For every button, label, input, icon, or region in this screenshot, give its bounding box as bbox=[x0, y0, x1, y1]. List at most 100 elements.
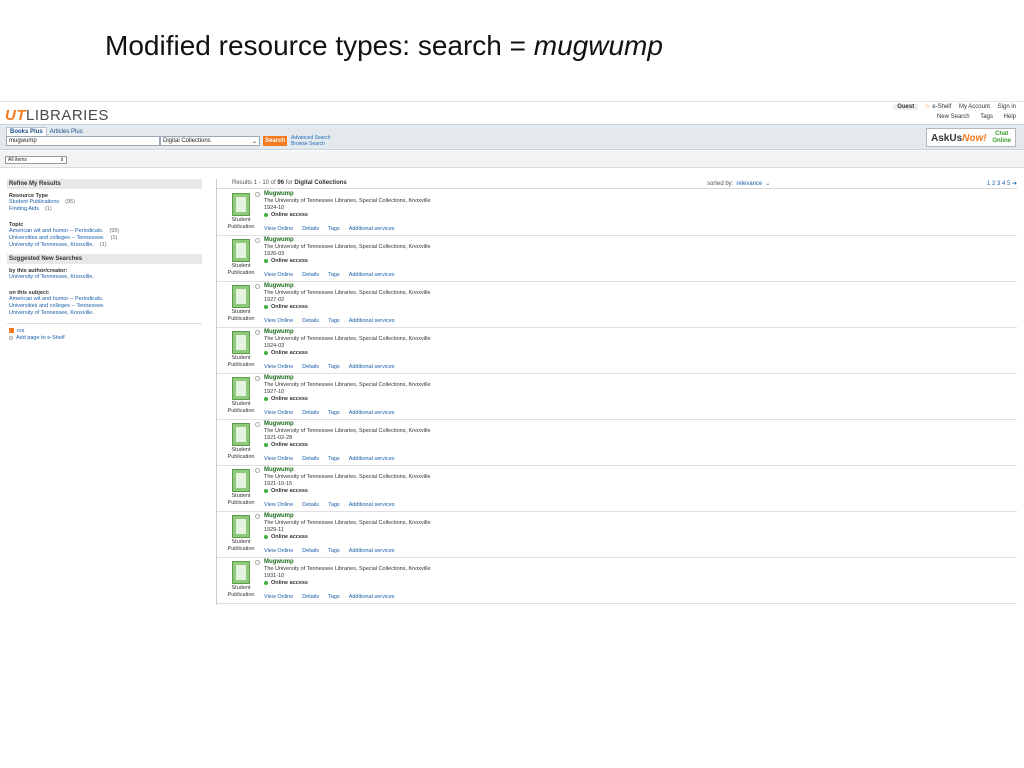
result-action-tags[interactable]: Tags bbox=[328, 594, 340, 600]
result-action-view-online[interactable]: View Online bbox=[264, 364, 293, 370]
facet-topic-wit-humor[interactable]: American wit and humor -- Periodicals. (9… bbox=[7, 228, 202, 235]
result-title[interactable]: Mugwump bbox=[264, 513, 294, 519]
select-result-checkbox[interactable] bbox=[255, 468, 260, 473]
document-thumbnail-icon[interactable] bbox=[232, 377, 250, 400]
all-items-select[interactable]: All items ⇕ bbox=[5, 156, 67, 164]
document-thumbnail-icon[interactable] bbox=[232, 239, 250, 262]
result-action-details[interactable]: Details bbox=[302, 410, 319, 416]
sign-in-link[interactable]: Sign in bbox=[998, 104, 1016, 110]
document-thumbnail-icon[interactable] bbox=[232, 331, 250, 354]
result-title[interactable]: Mugwump bbox=[264, 375, 294, 381]
type-line-1: Student bbox=[231, 401, 251, 407]
new-search-link[interactable]: New Search bbox=[937, 114, 970, 120]
result-action-additional-services[interactable]: Additional services bbox=[349, 410, 395, 416]
result-action-additional-services[interactable]: Additional services bbox=[349, 548, 395, 554]
rss-link[interactable]: rss bbox=[7, 328, 202, 335]
result-action-additional-services[interactable]: Additional services bbox=[349, 226, 395, 232]
result-action-details[interactable]: Details bbox=[302, 502, 319, 508]
result-action-additional-services[interactable]: Additional services bbox=[349, 318, 395, 324]
result-access: Online access bbox=[264, 396, 308, 402]
select-result-checkbox[interactable] bbox=[255, 560, 260, 565]
select-result-checkbox[interactable] bbox=[255, 238, 260, 243]
scope-select[interactable]: Digital Collections ⌄ bbox=[160, 136, 260, 146]
document-thumbnail-icon[interactable] bbox=[232, 193, 250, 216]
result-action-details[interactable]: Details bbox=[302, 364, 319, 370]
result-action-additional-services[interactable]: Additional services bbox=[349, 272, 395, 278]
sort-control[interactable]: sorted by: relevance ⌄ bbox=[707, 180, 770, 187]
document-thumbnail-icon[interactable] bbox=[232, 561, 250, 584]
eshelf-link[interactable]: e-Shelf bbox=[932, 104, 951, 110]
result-action-view-online[interactable]: View Online bbox=[264, 226, 293, 232]
my-account-link[interactable]: My Account bbox=[959, 104, 990, 110]
result-action-view-online[interactable]: View Online bbox=[264, 318, 293, 324]
search-input[interactable]: mugwump bbox=[6, 136, 160, 146]
result-action-tags[interactable]: Tags bbox=[328, 410, 340, 416]
select-result-checkbox[interactable] bbox=[255, 284, 260, 289]
facet-topic-utk[interactable]: University of Tennessee, Knoxville. (1) bbox=[7, 242, 202, 249]
results-list: Student Publication Mugwump The University … bbox=[217, 190, 1017, 604]
facet-topic-universities[interactable]: Universities and colleges -- Tennessee. (… bbox=[7, 235, 202, 242]
result-action-view-online[interactable]: View Online bbox=[264, 502, 293, 508]
result-action-tags[interactable]: Tags bbox=[328, 548, 340, 554]
result-title[interactable]: Mugwump bbox=[264, 559, 294, 565]
result-action-tags[interactable]: Tags bbox=[328, 456, 340, 462]
result-title[interactable]: Mugwump bbox=[264, 467, 294, 473]
select-result-checkbox[interactable] bbox=[255, 422, 260, 427]
result-action-view-online[interactable]: View Online bbox=[264, 456, 293, 462]
document-thumbnail-icon[interactable] bbox=[232, 423, 250, 446]
document-thumbnail-icon[interactable] bbox=[232, 285, 250, 308]
type-line-1: Student bbox=[231, 263, 251, 269]
suggest-author-utk[interactable]: University of Tennessee, Knoxville. bbox=[7, 274, 202, 281]
suggest-subject-universities[interactable]: Universities and colleges -- Tennessee. bbox=[7, 303, 202, 310]
result-action-details[interactable]: Details bbox=[302, 594, 319, 600]
document-thumbnail-icon[interactable] bbox=[232, 469, 250, 492]
result-action-details[interactable]: Details bbox=[302, 456, 319, 462]
pagination[interactable]: 1 2 3 4 5 ➔ bbox=[987, 180, 1017, 187]
result-action-details[interactable]: Details bbox=[302, 226, 319, 232]
add-page-eshelf-link[interactable]: Add page to e-Shelf bbox=[7, 335, 202, 342]
result-action-tags[interactable]: Tags bbox=[328, 502, 340, 508]
result-title[interactable]: Mugwump bbox=[264, 191, 294, 197]
select-result-checkbox[interactable] bbox=[255, 192, 260, 197]
help-link[interactable]: Help bbox=[1004, 114, 1016, 120]
result-source: The University of Tennessee Libraries, S… bbox=[264, 244, 431, 250]
facet-finding-aids[interactable]: Finding Aids (1) bbox=[7, 206, 202, 213]
select-result-checkbox[interactable] bbox=[255, 514, 260, 519]
result-action-view-online[interactable]: View Online bbox=[264, 548, 293, 554]
result-action-tags[interactable]: Tags bbox=[328, 226, 340, 232]
type-line-1: Student bbox=[231, 355, 251, 361]
refine-heading: Refine My Results bbox=[7, 179, 202, 189]
result-action-view-online[interactable]: View Online bbox=[264, 594, 293, 600]
select-result-checkbox[interactable] bbox=[255, 376, 260, 381]
result-action-view-online[interactable]: View Online bbox=[264, 410, 293, 416]
result-action-additional-services[interactable]: Additional services bbox=[349, 594, 395, 600]
document-thumbnail-icon[interactable] bbox=[232, 515, 250, 538]
result-title[interactable]: Mugwump bbox=[264, 237, 294, 243]
result-action-details[interactable]: Details bbox=[302, 272, 319, 278]
result-action-view-online[interactable]: View Online bbox=[264, 272, 293, 278]
ut-libraries-logo[interactable]: UTLIBRARIES bbox=[5, 107, 109, 124]
browse-search-link[interactable]: Browse Search bbox=[291, 141, 330, 147]
result-action-additional-services[interactable]: Additional services bbox=[349, 364, 395, 370]
askus-now-button[interactable]: AskUsNow! Chat Online bbox=[926, 128, 1016, 147]
tags-link[interactable]: Tags bbox=[980, 114, 993, 120]
result-action-details[interactable]: Details bbox=[302, 318, 319, 324]
tab-books-plus[interactable]: Books Plus bbox=[6, 127, 47, 136]
result-title[interactable]: Mugwump bbox=[264, 283, 294, 289]
result-actions: View Online Details Tags Additional service… bbox=[264, 410, 404, 416]
result-action-additional-services[interactable]: Additional services bbox=[349, 502, 395, 508]
result-action-tags[interactable]: Tags bbox=[328, 318, 340, 324]
facet-student-publications[interactable]: Student Publications (95) bbox=[7, 199, 202, 206]
suggest-subject-utk[interactable]: University of Tennessee, Knoxville. bbox=[7, 310, 202, 317]
result-action-tags[interactable]: Tags bbox=[328, 272, 340, 278]
result-title[interactable]: Mugwump bbox=[264, 421, 294, 427]
result-action-additional-services[interactable]: Additional services bbox=[349, 456, 395, 462]
result-action-tags[interactable]: Tags bbox=[328, 364, 340, 370]
suggest-subject-wit-humor[interactable]: American wit and humor -- Periodicals. bbox=[7, 296, 202, 303]
search-button[interactable]: Search bbox=[263, 136, 287, 146]
tab-articles-plus[interactable]: Articles Plus bbox=[47, 128, 86, 136]
select-result-checkbox[interactable] bbox=[255, 330, 260, 335]
result-action-details[interactable]: Details bbox=[302, 548, 319, 554]
facet-label: Finding Aids bbox=[9, 206, 39, 212]
result-title[interactable]: Mugwump bbox=[264, 329, 294, 335]
